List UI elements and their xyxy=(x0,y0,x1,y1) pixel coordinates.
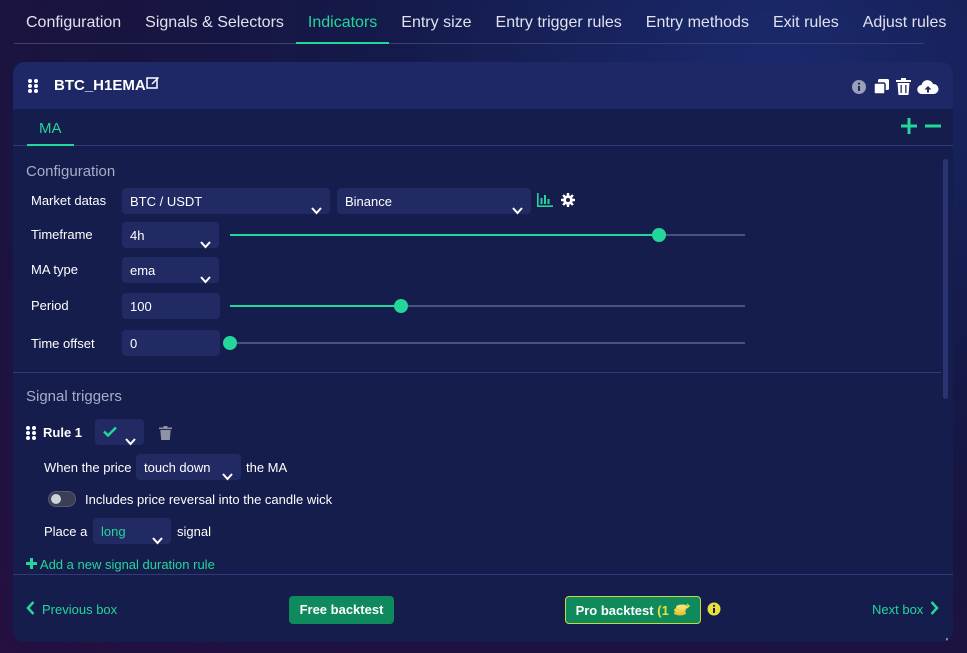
chevron-down-icon xyxy=(512,197,523,224)
tab-entry-size[interactable]: Entry size xyxy=(389,0,483,44)
edit-icon[interactable] xyxy=(146,75,160,94)
tab-configuration[interactable]: Configuration xyxy=(14,0,133,44)
chevron-right-icon xyxy=(930,601,940,618)
minus-icon[interactable] xyxy=(925,118,941,139)
chevron-down-icon xyxy=(200,266,211,293)
indicator-subtabs: MA xyxy=(13,109,953,146)
chevron-down-icon xyxy=(311,197,322,224)
drag-handle-icon[interactable] xyxy=(28,79,38,94)
time-offset-label: Time offset xyxy=(31,336,95,351)
exchange-select[interactable]: Binance xyxy=(337,188,531,215)
time-offset-slider-thumb[interactable] xyxy=(223,336,237,350)
coins-icon xyxy=(672,603,691,618)
gear-icon[interactable] xyxy=(561,193,575,212)
section-divider xyxy=(13,372,941,373)
cloud-upload-icon[interactable] xyxy=(917,79,939,100)
pair-select[interactable]: BTC / USDT xyxy=(122,188,330,215)
next-box-label: Next box xyxy=(872,602,924,617)
add-remove-controls xyxy=(901,118,941,139)
free-backtest-button[interactable]: Free backtest xyxy=(289,596,394,624)
time-offset-slider[interactable] xyxy=(223,336,745,350)
indicator-title: BTC_H1EMA xyxy=(54,77,146,94)
card-footer: Previous box Free backtest Pro backtest … xyxy=(13,574,953,642)
ma-type-value: ema xyxy=(130,263,156,278)
signal-direction-value: long xyxy=(101,524,126,539)
pro-backtest-button[interactable]: Pro backtest (1 xyxy=(565,596,701,624)
tab-exit-rules[interactable]: Exit rules xyxy=(761,0,851,44)
timeframe-slider-fill xyxy=(230,234,659,236)
info-icon[interactable] xyxy=(851,79,867,100)
next-box-button[interactable]: Next box xyxy=(872,601,940,618)
when-prefix: When the price xyxy=(44,460,132,475)
chevron-left-icon xyxy=(26,601,35,618)
pair-value: BTC / USDT xyxy=(130,194,203,209)
period-input[interactable]: 100 xyxy=(122,293,220,319)
resize-handle-icon[interactable] xyxy=(942,631,948,642)
tab-entry-methods[interactable]: Entry methods xyxy=(634,0,761,44)
pro-backtest-label: Pro backtest xyxy=(575,603,654,618)
when-suffix: the MA xyxy=(246,460,288,475)
tab-entry-trigger-rules[interactable]: Entry trigger rules xyxy=(484,0,634,44)
previous-box-label: Previous box xyxy=(42,602,118,617)
card-header: BTC_H1EMA xyxy=(13,62,953,109)
exchange-value: Binance xyxy=(345,194,392,209)
market-datas-label: Market datas xyxy=(31,193,107,208)
period-slider-thumb[interactable] xyxy=(394,299,408,313)
rule-drag-icon[interactable] xyxy=(26,426,36,440)
timeframe-select[interactable]: 4h xyxy=(122,222,219,249)
place-suffix: signal xyxy=(177,524,211,539)
signal-direction-select[interactable]: long xyxy=(93,518,171,545)
wick-reversal-toggle[interactable] xyxy=(48,491,76,507)
ma-type-select[interactable]: ema xyxy=(122,257,219,284)
wick-reversal-label: Includes price reversal into the candle … xyxy=(85,492,333,507)
timeframe-slider-thumb[interactable] xyxy=(652,228,666,242)
add-duration-rule-link[interactable]: Add a new signal duration rule xyxy=(26,557,215,572)
chevron-down-icon xyxy=(200,231,211,258)
place-prefix: Place a xyxy=(44,524,88,539)
timeframe-label: Timeframe xyxy=(31,227,93,242)
trash-icon[interactable] xyxy=(896,78,911,100)
period-slider-fill xyxy=(230,305,401,307)
indicator-card: BTC_H1EMA MA Configuration Market datas … xyxy=(13,62,953,642)
plus-icon xyxy=(26,557,37,572)
tab-indicators[interactable]: Indicators xyxy=(295,0,390,44)
configuration-title: Configuration xyxy=(26,163,116,180)
chevron-down-icon xyxy=(152,527,163,554)
price-condition-select[interactable]: touch down xyxy=(136,454,241,481)
duplicate-icon[interactable] xyxy=(873,78,890,100)
plus-icon[interactable] xyxy=(901,118,917,139)
signal-triggers-title: Signal triggers xyxy=(26,388,122,405)
tab-ma[interactable]: MA xyxy=(27,109,74,146)
ma-type-label: MA type xyxy=(31,262,78,277)
rule-label: Rule 1 xyxy=(43,425,83,440)
pro-credit-count: (1 xyxy=(657,603,669,618)
timeframe-value: 4h xyxy=(130,228,145,243)
tab-adjust-rules[interactable]: Adjust rules xyxy=(851,0,959,44)
previous-box-button[interactable]: Previous box xyxy=(26,601,117,618)
timeframe-slider[interactable] xyxy=(230,228,745,242)
check-icon xyxy=(103,425,117,440)
price-condition-value: touch down xyxy=(144,460,211,475)
top-nav: Configuration Signals & Selectors Indica… xyxy=(14,0,946,44)
rule-trash-icon[interactable] xyxy=(159,426,172,445)
chevron-down-icon xyxy=(222,463,233,490)
header-actions xyxy=(851,78,939,100)
tab-signals-selectors[interactable]: Signals & Selectors xyxy=(133,0,296,44)
chart-icon[interactable] xyxy=(537,193,553,212)
chevron-down-icon xyxy=(125,428,136,455)
period-label: Period xyxy=(31,298,69,313)
period-slider[interactable] xyxy=(230,299,745,313)
rule-status-select[interactable] xyxy=(95,419,144,446)
time-offset-input[interactable]: 0 xyxy=(122,330,220,356)
pro-info-icon[interactable] xyxy=(707,602,721,621)
add-duration-rule-label: Add a new signal duration rule xyxy=(39,557,215,572)
scrollbar[interactable] xyxy=(943,159,948,399)
